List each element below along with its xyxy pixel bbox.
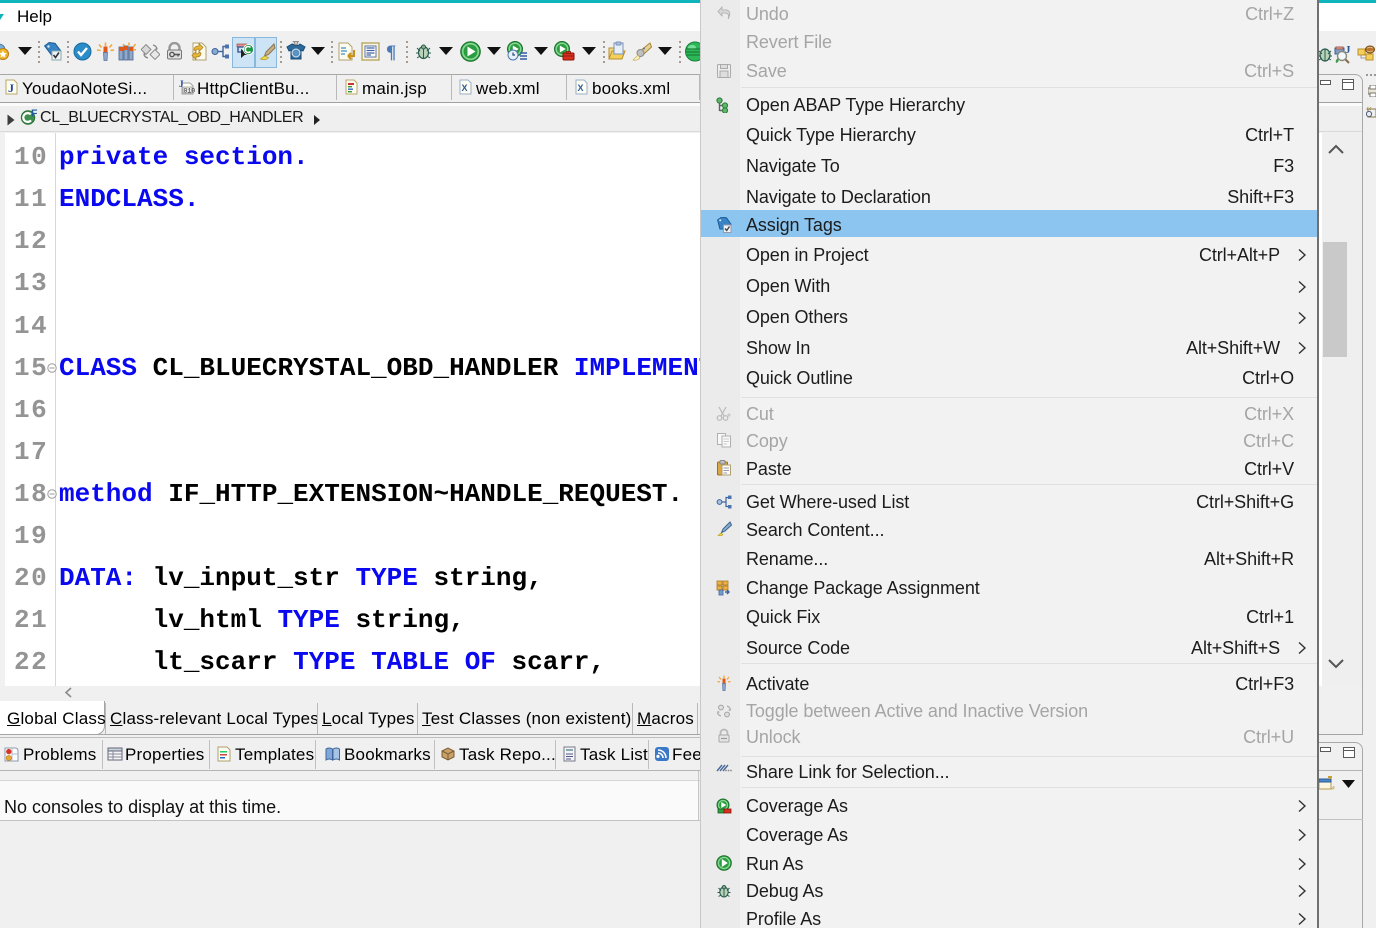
svg-text:X: X <box>462 83 468 93</box>
svg-text:J: J <box>8 81 14 95</box>
svg-text:F: F <box>31 108 38 120</box>
svg-text:¶: ¶ <box>386 42 396 61</box>
svg-text:010: 010 <box>184 88 196 95</box>
svg-text:X: X <box>578 83 584 93</box>
